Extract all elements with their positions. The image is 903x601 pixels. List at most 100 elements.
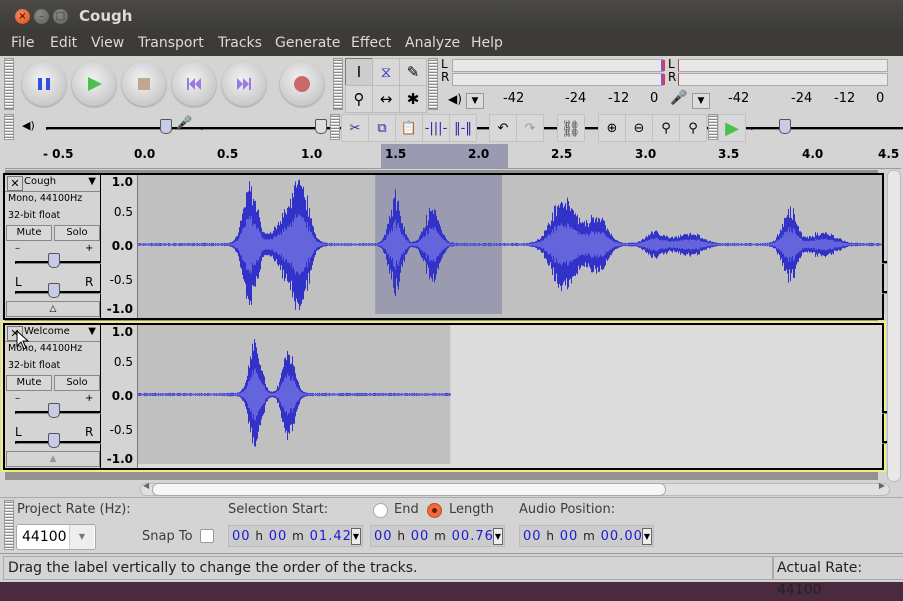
hours[interactable]: 00 — [374, 529, 393, 544]
play-speed-slider[interactable] — [751, 119, 903, 134]
track-menu-dropdown-icon[interactable]: ▼ — [88, 176, 96, 187]
menu-generate[interactable]: Generate — [275, 35, 340, 51]
collapse-track-button[interactable]: △ — [6, 301, 100, 317]
timeline-ruler[interactable]: - 0.5 0.0 0.5 1.0 1.5 2.0 2.5 3.0 3.5 4.… — [5, 144, 901, 169]
edit-toolbar-grip[interactable] — [330, 114, 340, 140]
record-meter-left[interactable] — [678, 59, 888, 72]
seconds[interactable]: 00.00 — [601, 529, 643, 544]
menu-view[interactable]: View — [91, 35, 124, 51]
track-menu-dropdown-icon[interactable]: ▼ — [88, 326, 96, 337]
gain-slider[interactable] — [15, 253, 896, 268]
menu-transport[interactable]: Transport — [138, 35, 204, 51]
pan-slider[interactable] — [15, 283, 896, 298]
play-button[interactable] — [72, 62, 116, 106]
paste-button[interactable]: 📋 — [395, 114, 423, 142]
hours[interactable]: 00 — [523, 529, 542, 544]
play-at-speed-button[interactable]: ▶ — [718, 114, 746, 142]
minutes[interactable]: 00 — [269, 529, 288, 544]
meter-toolbar-grip[interactable] — [428, 58, 438, 110]
gain-slider[interactable] — [15, 403, 896, 418]
minutes[interactable]: 00 — [411, 529, 430, 544]
hours[interactable]: 00 — [232, 529, 251, 544]
length-radio-label[interactable]: Length — [449, 502, 494, 517]
audio-position-time[interactable]: 00 h 00 m 00.00 s ▼ — [519, 525, 654, 564]
end-radio[interactable] — [373, 503, 388, 518]
timeshift-tool-button[interactable]: ↔ — [372, 85, 400, 113]
menu-analyze[interactable]: Analyze — [405, 35, 460, 51]
playback-meter-menu-button[interactable]: ▼ — [466, 93, 484, 109]
undo-button[interactable]: ↶ — [489, 114, 517, 142]
zoom-out-button[interactable]: ⊖ — [625, 114, 653, 142]
selection-start-time[interactable]: 00 h 00 m 01.42 s ▼ — [228, 525, 363, 564]
transport-toolbar-grip[interactable] — [4, 58, 14, 110]
track-name[interactable]: Cough — [24, 176, 56, 187]
close-window-button[interactable]: × — [15, 9, 30, 24]
sync-lock-button[interactable]: ⛓ — [557, 114, 585, 142]
waveform[interactable] — [138, 325, 882, 468]
minimize-window-button[interactable]: – — [34, 9, 49, 24]
fit-project-button[interactable]: ⚲ — [679, 114, 707, 142]
seconds[interactable]: 01.42 — [310, 529, 352, 544]
selection-tool-button[interactable]: I — [345, 58, 373, 86]
multi-tool-button[interactable]: ✱ — [399, 85, 427, 113]
menu-file[interactable]: File — [11, 35, 34, 51]
vertical-ruler[interactable]: 1.0 0.5 0.0 -0.5 -1.0 — [101, 325, 138, 468]
skip-to-end-button[interactable] — [222, 62, 266, 106]
horizontal-scroll-thumb[interactable] — [152, 483, 666, 496]
menu-edit[interactable]: Edit — [50, 35, 77, 51]
fit-selection-button[interactable]: ⚲ — [652, 114, 680, 142]
mute-button[interactable]: Mute — [6, 225, 52, 241]
track-control-panel[interactable]: ✕ Cough ▼ Mono, 44100Hz 32-bit float Mut… — [5, 175, 896, 318]
track-name-bar[interactable]: ✕ Cough ▼ — [5, 175, 100, 192]
record-meter-menu-button[interactable]: ▼ — [692, 93, 710, 109]
playback-meter-right[interactable] — [452, 73, 665, 86]
minutes[interactable]: 00 — [560, 529, 579, 544]
play-at-speed-toolbar-grip[interactable] — [708, 114, 718, 140]
mute-button[interactable]: Mute — [6, 375, 52, 391]
output-volume-slider[interactable] — [46, 119, 903, 134]
solo-button[interactable]: Solo — [54, 225, 100, 241]
zoom-tool-button[interactable]: ⚲ — [345, 85, 373, 113]
tools-toolbar-grip[interactable] — [333, 58, 343, 110]
selection-toolbar-grip[interactable] — [4, 500, 14, 550]
playback-meter-left[interactable] — [452, 59, 665, 72]
copy-button[interactable]: ⧉ — [368, 114, 396, 142]
record-button[interactable] — [280, 62, 324, 106]
pan-slider[interactable] — [15, 433, 896, 448]
scroll-left-icon[interactable]: ◀ — [143, 481, 149, 490]
close-track-button[interactable]: ✕ — [7, 176, 23, 191]
vertical-scrollbar[interactable] — [887, 170, 901, 482]
maximize-window-button[interactable]: □ — [53, 9, 68, 24]
draw-tool-button[interactable]: ✎ — [399, 58, 427, 86]
cut-button[interactable]: ✂ — [341, 114, 369, 142]
menu-tracks[interactable]: Tracks — [218, 35, 262, 51]
record-meter-right[interactable] — [678, 73, 888, 86]
seconds[interactable]: 00.76 — [452, 529, 494, 544]
zoom-in-button[interactable]: ⊕ — [598, 114, 626, 142]
collapse-track-button[interactable]: ▲ — [6, 451, 100, 467]
project-rate-value[interactable]: 44100 — [22, 529, 67, 545]
time-format-dropdown-icon[interactable]: ▼ — [351, 528, 361, 545]
scroll-right-icon[interactable]: ▶ — [879, 481, 885, 490]
trim-button[interactable]: -|||- — [422, 114, 450, 142]
envelope-tool-button[interactable]: ⧖ — [372, 58, 400, 86]
menu-effect[interactable]: Effect — [351, 35, 391, 51]
input-volume-slider[interactable] — [201, 119, 903, 134]
menu-help[interactable]: Help — [471, 35, 503, 51]
project-rate-combobox[interactable]: 44100 ▼ — [16, 524, 96, 550]
time-format-dropdown-icon[interactable]: ▼ — [642, 528, 652, 545]
silence-button[interactable]: ‖-‖ — [449, 114, 477, 142]
length-radio[interactable] — [427, 503, 442, 518]
horizontal-scrollbar[interactable]: ◀ ▶ — [140, 481, 890, 496]
stop-button[interactable] — [122, 62, 166, 106]
track-name[interactable]: Welcome — [24, 326, 70, 337]
audio-track-welcome[interactable]: ✕ Welcome ▼ Mono, 44100Hz 32-bit float M… — [1, 321, 896, 472]
pause-button[interactable] — [22, 62, 66, 106]
vertical-ruler[interactable]: 1.0 0.5 0.0 -0.5 -1.0 — [101, 175, 138, 318]
time-format-dropdown-icon[interactable]: ▼ — [493, 528, 503, 545]
waveform[interactable] — [138, 175, 882, 318]
redo-button[interactable]: ↷ — [516, 114, 544, 142]
selection-length-time[interactable]: 00 h 00 m 00.76 s ▼ — [370, 525, 505, 564]
solo-button[interactable]: Solo — [54, 375, 100, 391]
skip-to-start-button[interactable] — [172, 62, 216, 106]
